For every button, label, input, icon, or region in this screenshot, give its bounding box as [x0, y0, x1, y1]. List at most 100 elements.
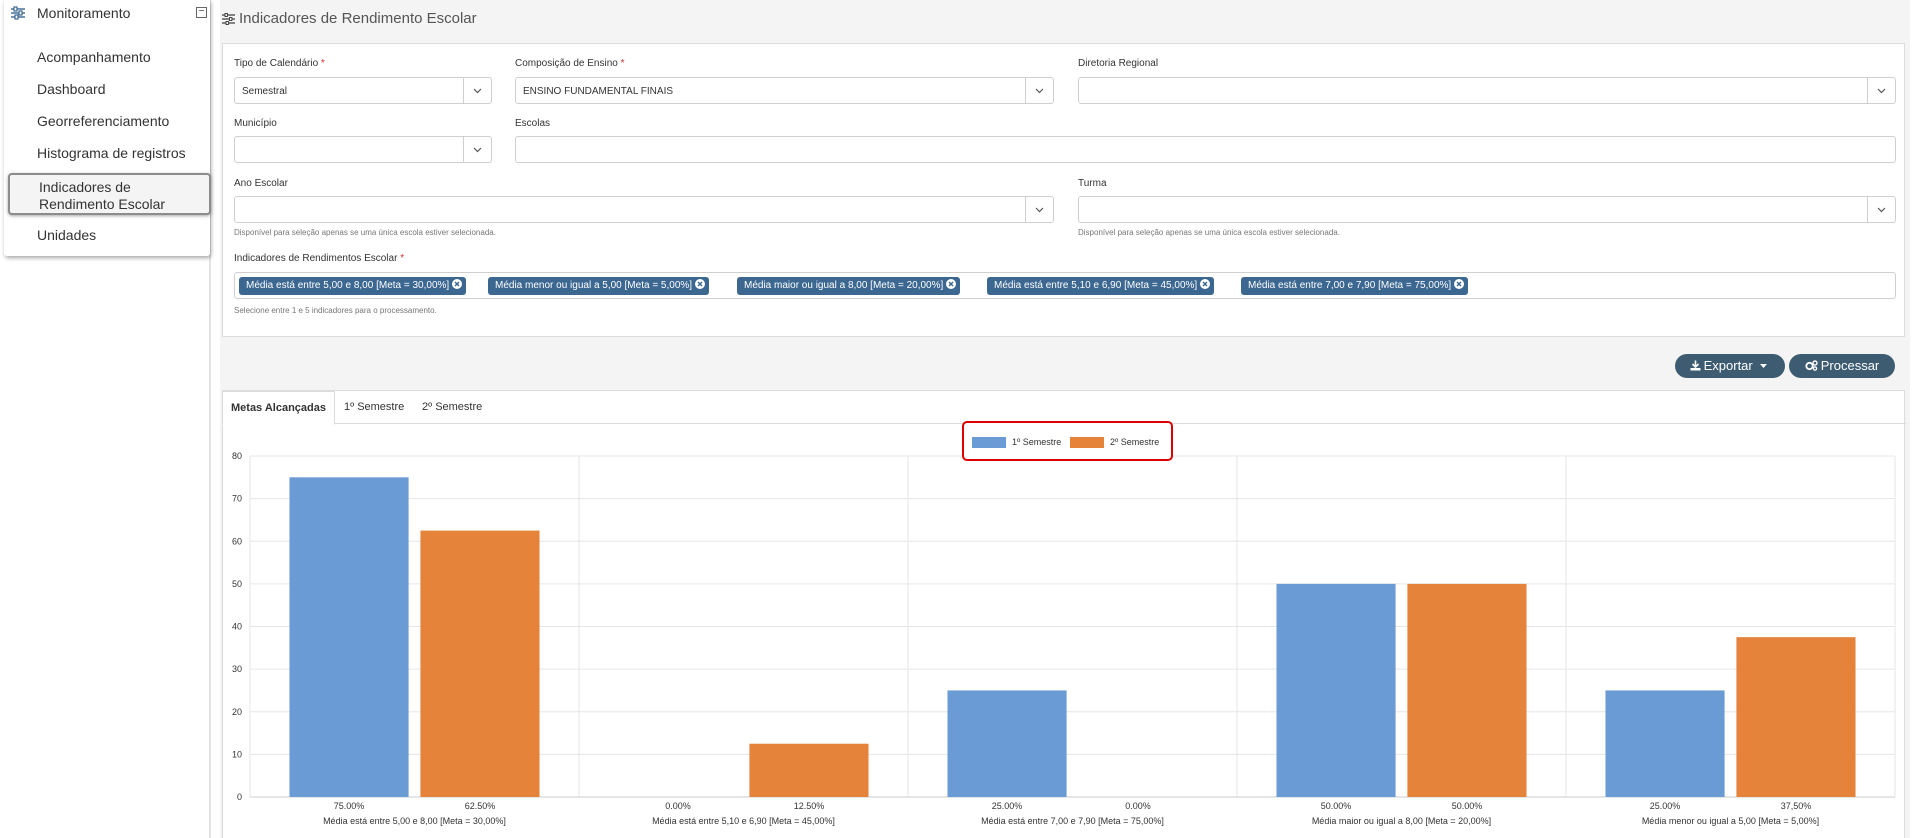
remove-tag-icon[interactable]	[452, 279, 463, 289]
indicadores-multiselect[interactable]: Média está entre 5,00 e 8,00 [Meta = 30,…	[234, 272, 1896, 299]
indicator-tag[interactable]: Média maior ou igual a 8,00 [Meta = 20,0…	[737, 277, 961, 295]
chevron-down-icon[interactable]	[1025, 197, 1053, 222]
indicator-tag-label: Média maior ou igual a 8,00 [Meta = 20,0…	[744, 280, 944, 291]
remove-tag-icon[interactable]	[1454, 279, 1465, 289]
export-label: Exportar	[1703, 358, 1753, 373]
y-tick-label: 0	[237, 792, 242, 802]
sidebar-item-indicadores[interactable]: Indicadores de Rendimento Escolar	[8, 173, 211, 215]
x-category-label: Média está entre 5,10 e 6,90 [Meta = 45,…	[652, 816, 835, 826]
legend-swatch-series2	[1070, 437, 1104, 448]
bar-data-label: 0.00%	[665, 801, 691, 811]
y-tick-label: 40	[232, 622, 242, 632]
monitoramento-submenu: Monitoramento − Acompanhamento Dashboard…	[4, 0, 211, 256]
turma-select[interactable]	[1078, 196, 1896, 223]
sidebar-item-acompanhamento[interactable]: Acompanhamento	[37, 49, 151, 65]
composicao-ensino-label: Composição de Ensino *	[515, 58, 625, 69]
remove-tag-icon[interactable]	[946, 279, 957, 289]
sidebar-item-unidades[interactable]: Unidades	[37, 227, 96, 243]
indicator-tag-label: Média está entre 7,00 e 7,90 [Meta = 75,…	[1248, 280, 1452, 291]
x-category-label: Média menor ou igual a 5,00 [Meta = 5,00…	[1642, 816, 1819, 826]
sliders-icon	[11, 6, 25, 20]
bar-series2	[1736, 637, 1856, 797]
escolas-label: Escolas	[515, 118, 551, 129]
bar-data-label: 25.00%	[992, 801, 1023, 811]
bar-data-label: 50.00%	[1452, 801, 1483, 811]
y-tick-label: 60	[232, 536, 242, 546]
x-category-label: Média maior ou igual a 8,00 [Meta = 20,0…	[1312, 816, 1491, 826]
diretoria-regional-label: Diretoria Regional	[1078, 58, 1159, 69]
x-category-label: Média está entre 7,00 e 7,90 [Meta = 75,…	[981, 816, 1164, 826]
page-title-text: Indicadores de Rendimento Escolar	[239, 10, 477, 27]
collapse-icon[interactable]: −	[196, 7, 207, 18]
indicator-tag[interactable]: Média está entre 5,00 e 8,00 [Meta = 30,…	[239, 277, 467, 295]
x-category-label: Média está entre 5,00 e 8,00 [Meta = 30,…	[323, 816, 506, 826]
tipo-calendario-select[interactable]: Semestral	[234, 77, 492, 104]
chart-panel: Metas Alcançadas 1º Semestre 2º Semestre…	[222, 390, 1906, 838]
filter-panel: Tipo de Calendário * Semestral Composiçã…	[222, 43, 1905, 337]
indicator-tag[interactable]: Média está entre 7,00 e 7,90 [Meta = 75,…	[1241, 277, 1469, 295]
ano-escolar-label: Ano Escolar	[234, 178, 288, 189]
ano-escolar-hint: Disponível para seleção apenas se uma ún…	[234, 228, 496, 237]
main-content: Indicadores de Rendimento Escolar Tipo d…	[220, 0, 1910, 838]
turma-label: Turma	[1078, 178, 1107, 189]
y-tick-label: 50	[232, 579, 242, 589]
remove-tag-icon[interactable]	[695, 279, 706, 289]
indicadores-label: Indicadores de Rendimentos Escolar *	[234, 253, 405, 264]
bar-series1	[947, 690, 1067, 797]
process-label: Processar	[1820, 358, 1880, 373]
bar-series1	[1605, 690, 1725, 797]
bar-data-label: 37,50%	[1781, 801, 1812, 811]
bar-series1	[1276, 583, 1396, 797]
y-tick-label: 80	[232, 451, 242, 461]
tipo-calendario-label: Tipo de Calendário *	[234, 58, 325, 69]
legend-item-series2[interactable]: 2º Semestre	[1070, 437, 1159, 448]
bar-data-label: 12.50%	[794, 801, 825, 811]
app-window: Monitoramento − Acompanhamento Dashboard…	[0, 0, 1918, 838]
bar-series2	[749, 743, 869, 797]
remove-tag-icon[interactable]	[1200, 279, 1211, 289]
legend-item-series1[interactable]: 1º Semestre	[972, 437, 1061, 448]
sidebar-item-indicadores-line2: Rendimento Escolar	[39, 196, 166, 212]
composicao-ensino-select[interactable]: ENSINO FUNDAMENTAL FINAIS	[515, 77, 1054, 104]
chevron-down-icon[interactable]	[1867, 78, 1895, 103]
indicadores-hint: Selecione entre 1 e 5 indicadores para o…	[234, 306, 437, 315]
sliders-icon	[222, 12, 235, 25]
bar-data-label: 25.00%	[1650, 801, 1681, 811]
y-tick-label: 70	[232, 494, 242, 504]
tipo-calendario-value: Semestral	[242, 86, 288, 97]
chevron-down-icon[interactable]	[463, 78, 491, 103]
gears-icon	[1805, 360, 1818, 371]
y-tick-label: 30	[232, 664, 242, 674]
sidebar-item-dashboard[interactable]: Dashboard	[37, 81, 106, 97]
chart-legend: 1º Semestre 2º Semestre	[962, 421, 1173, 461]
municipio-label: Município	[234, 118, 277, 129]
chevron-down-icon[interactable]	[1025, 78, 1053, 103]
municipio-select[interactable]	[234, 136, 492, 163]
caret-down-icon	[1760, 364, 1768, 368]
legend-swatch-series1	[972, 437, 1006, 448]
submenu-title: Monitoramento	[37, 5, 131, 21]
bar-data-label: 0.00%	[1125, 801, 1151, 811]
process-button[interactable]: Processar	[1789, 354, 1895, 378]
chevron-down-icon[interactable]	[463, 137, 491, 162]
sidebar-item-georreferenciamento[interactable]: Georreferenciamento	[37, 113, 169, 129]
export-button[interactable]: Exportar	[1675, 354, 1785, 378]
ano-escolar-select[interactable]	[234, 196, 1054, 223]
sidebar: Monitoramento − Acompanhamento Dashboard…	[0, 0, 211, 838]
legend-label-series1: 1º Semestre	[1012, 437, 1062, 447]
chevron-down-icon[interactable]	[1867, 197, 1895, 222]
submenu-header[interactable]: Monitoramento −	[4, 0, 210, 30]
y-tick-label: 10	[232, 749, 242, 759]
bar-series2	[1407, 583, 1527, 797]
sidebar-item-histograma[interactable]: Histograma de registros	[37, 145, 186, 161]
page-title: Indicadores de Rendimento Escolar	[222, 10, 477, 27]
download-icon	[1690, 360, 1701, 371]
bar-data-label: 50.00%	[1321, 801, 1352, 811]
diretoria-regional-select[interactable]	[1078, 77, 1896, 104]
indicator-tag[interactable]: Média está entre 5,10 e 6,90 [Meta = 45,…	[987, 277, 1215, 295]
indicator-tag-label: Média está entre 5,00 e 8,00 [Meta = 30,…	[246, 280, 450, 291]
bar-series2	[420, 530, 540, 797]
escolas-input[interactable]	[515, 136, 1896, 163]
turma-hint: Disponível para seleção apenas se uma ún…	[1078, 228, 1340, 237]
indicator-tag[interactable]: Média menor ou igual a 5,00 [Meta = 5,00…	[488, 277, 710, 295]
